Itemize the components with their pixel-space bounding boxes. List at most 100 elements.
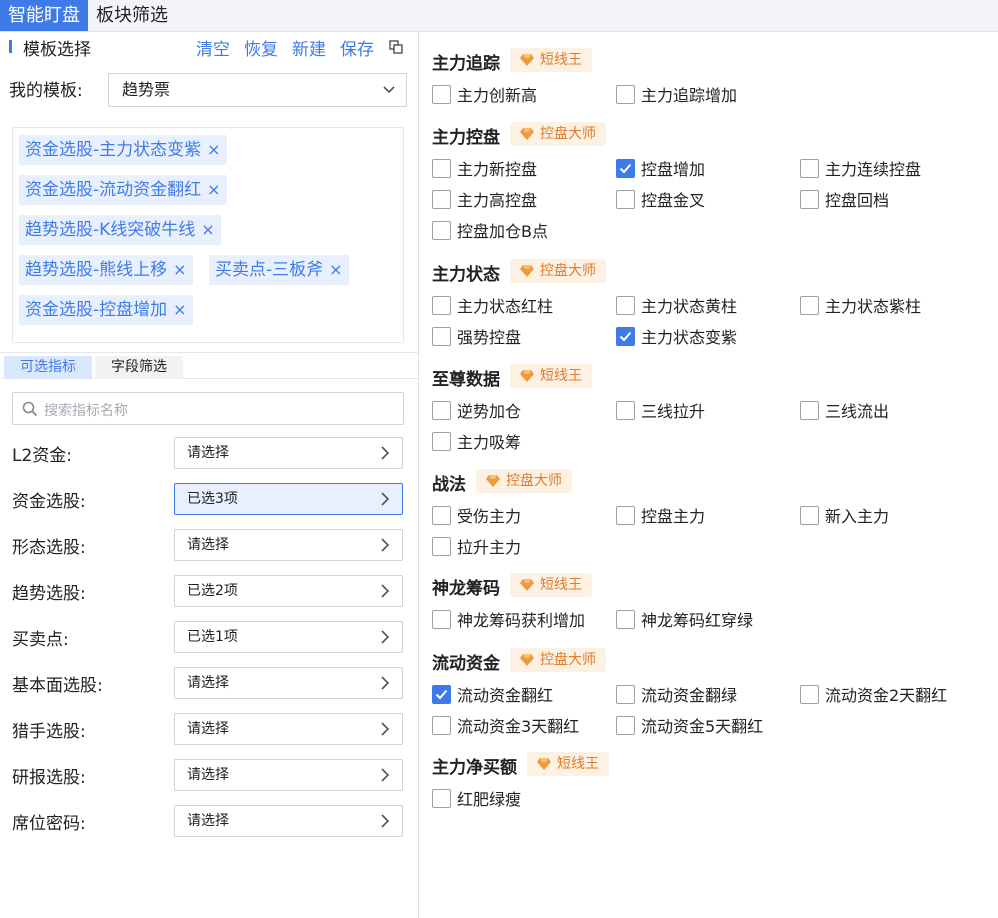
indicator-checkbox[interactable]: 主力追踪增加 [616, 83, 737, 105]
checkbox-icon[interactable] [432, 505, 451, 525]
checkbox-icon[interactable] [800, 400, 819, 420]
group-title: 主力追踪 [432, 54, 500, 74]
indicator-checkbox[interactable]: 流动资金翻绿 [616, 683, 737, 705]
checkbox-checked-icon[interactable] [616, 158, 635, 178]
indicator-checkbox[interactable]: 控盘金叉 [616, 188, 705, 210]
indicator-checkbox[interactable]: 受伤主力 [432, 504, 521, 526]
indicator-checkbox[interactable]: 流动资金翻红 [432, 683, 553, 705]
close-icon[interactable]: × [329, 260, 342, 279]
checkbox-icon[interactable] [616, 505, 635, 525]
filter-label: 席位密码: [12, 814, 86, 834]
save-button[interactable]: 保存 [340, 35, 374, 60]
close-icon[interactable]: × [173, 300, 186, 319]
filter-select[interactable]: 请选择 [174, 529, 403, 561]
indicator-checkbox[interactable]: 新入主力 [800, 504, 889, 526]
tab-field-filter[interactable]: 字段筛选 [95, 356, 183, 379]
checkbox-checked-icon[interactable] [616, 326, 635, 346]
checkbox-icon[interactable] [800, 505, 819, 525]
checkbox-icon[interactable] [432, 326, 451, 346]
checkbox-label: 流动资金2天翻红 [825, 686, 948, 705]
filter-select[interactable]: 已选1项 [174, 621, 403, 653]
tab-smart-watch[interactable]: 智能盯盘 [0, 0, 88, 31]
filter-select[interactable]: 请选择 [174, 667, 403, 699]
group-title: 主力控盘 [432, 128, 500, 148]
checkbox-icon[interactable] [616, 715, 635, 735]
indicator-checkbox[interactable]: 主力创新高 [432, 83, 537, 105]
close-icon[interactable]: × [201, 220, 214, 239]
checkbox-icon[interactable] [616, 84, 635, 104]
indicator-checkbox[interactable]: 三线拉升 [616, 399, 705, 421]
filter-label: 猎手选股: [12, 722, 86, 742]
indicator-checkbox[interactable]: 主力新控盘 [432, 157, 537, 179]
indicator-checkbox[interactable]: 主力状态黄柱 [616, 294, 737, 316]
checkbox-icon[interactable] [432, 158, 451, 178]
checkbox-icon[interactable] [432, 788, 451, 808]
checkbox-icon[interactable] [616, 609, 635, 629]
indicator-checkbox[interactable]: 强势控盘 [432, 325, 521, 347]
close-icon[interactable]: × [207, 180, 220, 199]
filter-value: 请选择 [187, 721, 229, 737]
copy-icon[interactable] [389, 40, 404, 55]
checkbox-icon[interactable] [432, 400, 451, 420]
tab-available-indicators[interactable]: 可选指标 [4, 356, 92, 379]
indicator-checkbox[interactable]: 主力状态红柱 [432, 294, 553, 316]
my-template-select[interactable]: 趋势票 [108, 73, 407, 107]
indicator-checkbox[interactable]: 控盘回档 [800, 188, 889, 210]
checkbox-label: 主力高控盘 [457, 191, 538, 210]
filter-select[interactable]: 已选3项 [174, 483, 403, 515]
indicator-checkbox[interactable]: 主力状态变紫 [616, 325, 737, 347]
indicator-checkbox[interactable]: 主力连续控盘 [800, 157, 921, 179]
checkbox-icon[interactable] [800, 295, 819, 315]
checkbox-icon[interactable] [800, 684, 819, 704]
tab-sector-filter[interactable]: 板块筛选 [88, 0, 176, 31]
indicator-checkbox[interactable]: 红肥绿瘦 [432, 787, 521, 809]
checkbox-icon[interactable] [800, 158, 819, 178]
checkbox-icon[interactable] [432, 431, 451, 451]
checkbox-icon[interactable] [432, 220, 451, 240]
checkbox-icon[interactable] [432, 84, 451, 104]
indicator-checkbox[interactable]: 主力高控盘 [432, 188, 537, 210]
checkbox-icon[interactable] [432, 715, 451, 735]
indicator-checkbox[interactable]: 控盘增加 [616, 157, 705, 179]
filter-select[interactable]: 请选择 [174, 437, 403, 469]
clear-button[interactable]: 清空 [196, 35, 230, 60]
checkbox-checked-icon[interactable] [432, 684, 451, 704]
indicator-checkbox[interactable]: 逆势加仓 [432, 399, 521, 421]
checkbox-icon[interactable] [616, 189, 635, 209]
close-icon[interactable]: × [207, 140, 220, 159]
indicator-checkbox[interactable]: 流动资金3天翻红 [432, 714, 579, 736]
search-input[interactable]: 搜索指标名称 [12, 392, 404, 425]
indicator-checkbox[interactable]: 神龙筹码红穿绿 [616, 608, 753, 630]
indicator-checkbox[interactable]: 三线流出 [800, 399, 889, 421]
checkbox-icon[interactable] [432, 189, 451, 209]
indicator-checkbox[interactable]: 控盘主力 [616, 504, 705, 526]
indicator-checkbox[interactable]: 主力吸筹 [432, 430, 521, 452]
checkbox-icon[interactable] [800, 189, 819, 209]
checkbox-icon[interactable] [432, 609, 451, 629]
checkbox-icon[interactable] [616, 295, 635, 315]
checkbox-label: 主力吸筹 [457, 433, 522, 452]
checkbox-icon[interactable] [432, 295, 451, 315]
checkbox-label: 主力状态变紫 [641, 328, 738, 347]
filter-select[interactable]: 已选2项 [174, 575, 403, 607]
filter-value: 请选择 [187, 537, 229, 553]
checkbox-icon[interactable] [432, 536, 451, 556]
tag-label: 资金选股-控盘增加 [25, 300, 168, 320]
new-button[interactable]: 新建 [292, 35, 326, 60]
indicator-checkbox[interactable]: 主力状态紫柱 [800, 294, 921, 316]
selected-tags-box: 资金选股-主力状态变紫 × 资金选股-流动资金翻红 × 趋势选股-K线突破牛线 × 趋… [12, 127, 404, 343]
indicator-checkbox[interactable]: 流动资金5天翻红 [616, 714, 763, 736]
restore-button[interactable]: 恢复 [244, 35, 278, 60]
filter-select[interactable]: 请选择 [174, 805, 403, 837]
indicator-checkbox[interactable]: 拉升主力 [432, 535, 521, 557]
filter-select[interactable]: 请选择 [174, 759, 403, 791]
checkbox-icon[interactable] [616, 400, 635, 420]
indicator-checkbox[interactable]: 神龙筹码获利增加 [432, 608, 585, 630]
filter-select[interactable]: 请选择 [174, 713, 403, 745]
checkbox-icon[interactable] [616, 684, 635, 704]
indicator-checkbox[interactable]: 控盘加仓B点 [432, 219, 548, 241]
close-icon[interactable]: × [173, 260, 186, 279]
indicator-checkbox[interactable]: 流动资金2天翻红 [800, 683, 947, 705]
badge-label: 控盘大师 [540, 126, 596, 142]
tag-label: 资金选股-流动资金翻红 [25, 180, 202, 200]
